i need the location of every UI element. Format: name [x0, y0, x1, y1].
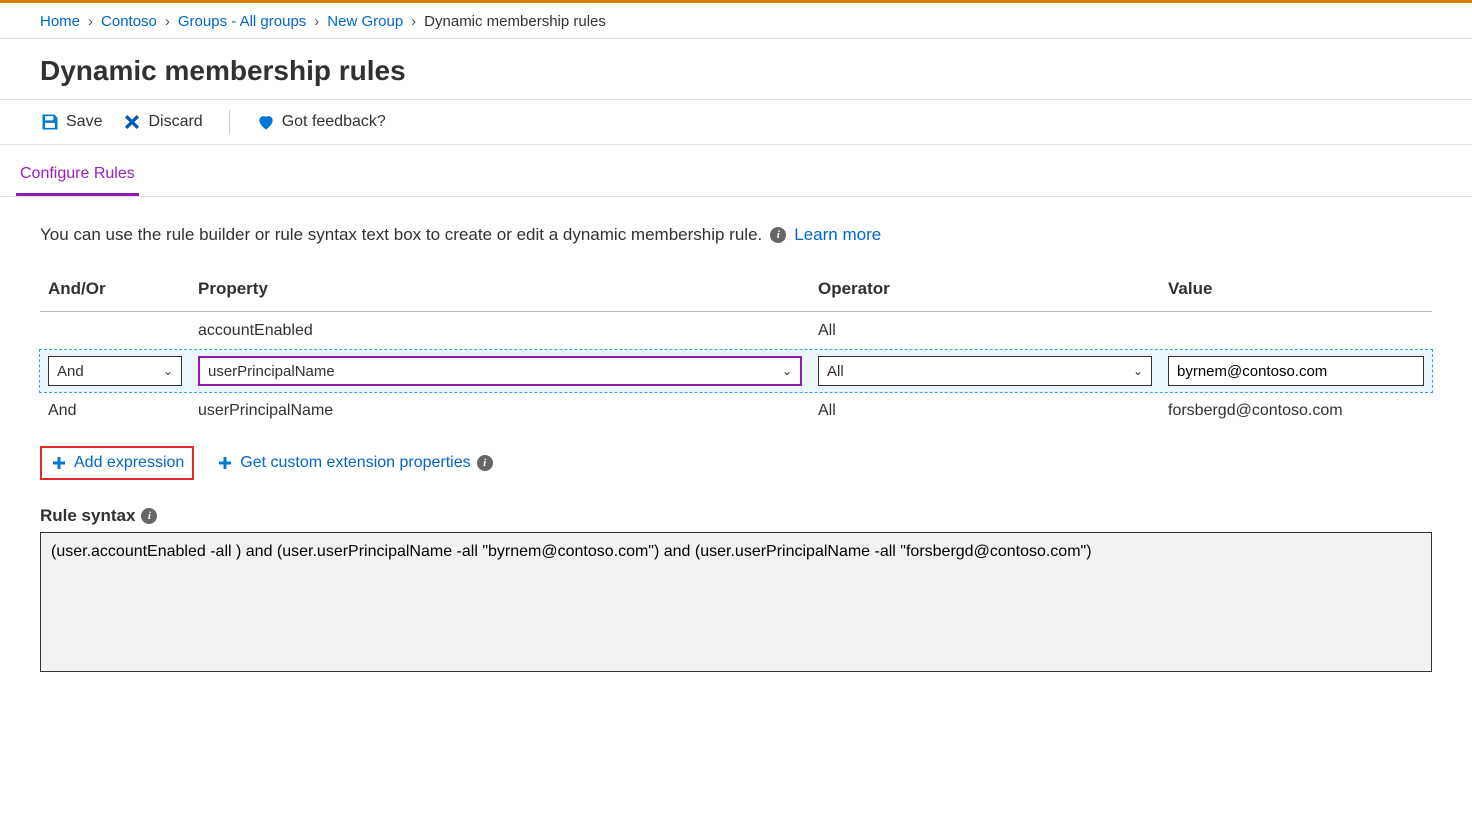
toolbar: Save Discard Got feedback? — [0, 99, 1472, 145]
cell-andor: And — [40, 392, 190, 430]
property-dropdown[interactable]: userPrincipalName ⌄ — [198, 356, 802, 386]
breadcrumb-sep: › — [165, 13, 170, 30]
value-input[interactable] — [1168, 356, 1424, 386]
breadcrumb-link-newgroup[interactable]: New Group — [327, 13, 403, 30]
save-icon — [40, 112, 60, 132]
rule-syntax-textarea[interactable] — [40, 532, 1432, 672]
get-custom-properties-button[interactable]: Get custom extension properties i — [208, 448, 500, 478]
cell-value: forsbergd@contoso.com — [1160, 392, 1432, 430]
table-row: accountEnabled All — [40, 312, 1432, 351]
header-value: Value — [1160, 269, 1432, 312]
header-operator: Operator — [810, 269, 1160, 312]
cell-operator: All — [810, 392, 1160, 430]
content-area: You can use the rule builder or rule syn… — [0, 197, 1472, 703]
andor-value: And — [57, 363, 84, 380]
heart-icon — [256, 112, 276, 132]
plus-icon — [50, 454, 68, 472]
header-andor: And/Or — [40, 269, 190, 312]
intro-message: You can use the rule builder or rule syn… — [40, 225, 762, 245]
table-row: And userPrincipalName All forsbergd@cont… — [40, 392, 1432, 430]
andor-dropdown[interactable]: And ⌄ — [48, 356, 182, 386]
tab-configure-rules[interactable]: Configure Rules — [16, 157, 139, 196]
add-expression-label: Add expression — [74, 454, 184, 472]
operator-value: All — [827, 363, 844, 380]
chevron-down-icon: ⌄ — [782, 364, 792, 378]
save-label: Save — [66, 113, 102, 131]
breadcrumb-link-home[interactable]: Home — [40, 13, 80, 30]
action-row: Add expression Get custom extension prop… — [40, 446, 1432, 480]
operator-dropdown[interactable]: All ⌄ — [818, 356, 1152, 386]
info-icon[interactable]: i — [770, 227, 786, 243]
chevron-down-icon: ⌄ — [163, 364, 173, 378]
feedback-button[interactable]: Got feedback? — [256, 112, 386, 132]
property-value: userPrincipalName — [208, 363, 335, 380]
plus-icon — [216, 454, 234, 472]
info-icon[interactable]: i — [477, 455, 493, 471]
discard-button[interactable]: Discard — [122, 112, 202, 132]
tab-bar: Configure Rules — [0, 145, 1472, 197]
learn-more-link[interactable]: Learn more — [794, 225, 881, 245]
breadcrumb-current: Dynamic membership rules — [424, 13, 606, 30]
discard-label: Discard — [148, 113, 202, 131]
rule-syntax-text: Rule syntax — [40, 506, 135, 526]
save-button[interactable]: Save — [40, 112, 102, 132]
get-custom-label: Get custom extension properties — [240, 454, 470, 472]
breadcrumb: Home › Contoso › Groups - All groups › N… — [0, 3, 1472, 39]
add-expression-button[interactable]: Add expression — [40, 446, 194, 480]
chevron-down-icon: ⌄ — [1133, 364, 1143, 378]
header-property: Property — [190, 269, 810, 312]
close-icon — [122, 112, 142, 132]
breadcrumb-link-groups[interactable]: Groups - All groups — [178, 13, 306, 30]
info-icon[interactable]: i — [141, 508, 157, 524]
feedback-label: Got feedback? — [282, 113, 386, 131]
rule-syntax-label: Rule syntax i — [40, 506, 1432, 526]
cell-value — [1160, 312, 1432, 351]
breadcrumb-sep: › — [314, 13, 319, 30]
cell-operator: All — [810, 312, 1160, 351]
breadcrumb-link-contoso[interactable]: Contoso — [101, 13, 157, 30]
rules-table: And/Or Property Operator Value accountEn… — [40, 269, 1432, 430]
cell-property: userPrincipalName — [190, 392, 810, 430]
breadcrumb-sep: › — [88, 13, 93, 30]
breadcrumb-sep: › — [411, 13, 416, 30]
toolbar-separator — [229, 110, 230, 134]
cell-property: accountEnabled — [190, 312, 810, 351]
page-title: Dynamic membership rules — [0, 39, 1472, 99]
cell-andor — [40, 312, 190, 351]
table-row-active: And ⌄ userPrincipalName ⌄ All ⌄ — [40, 350, 1432, 392]
intro-text: You can use the rule builder or rule syn… — [40, 225, 1432, 245]
